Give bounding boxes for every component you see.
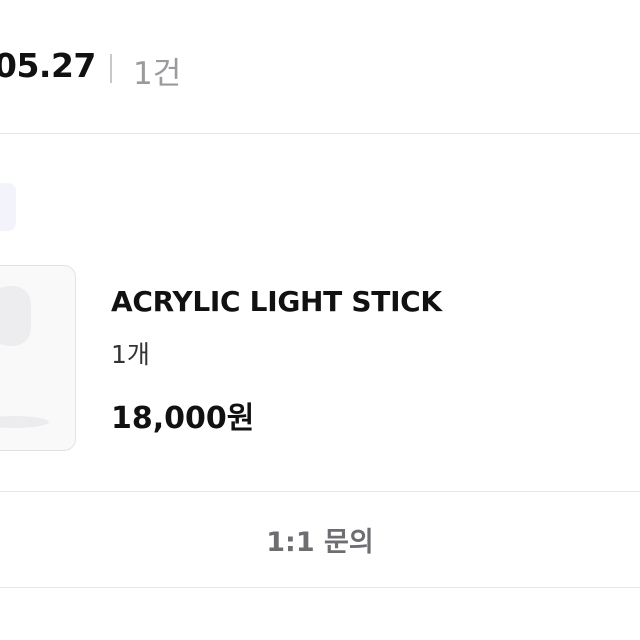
order-card: 05.27 1건 ACRYLIC LIGHT STICK 1개 18,000원 … xyxy=(0,0,640,640)
product-thumbnail[interactable] xyxy=(0,265,76,451)
order-date: 05.27 xyxy=(0,46,96,85)
order-item-count: 1건 xyxy=(133,56,182,92)
header-separator xyxy=(110,54,112,83)
inquiry-button-label: 1:1 문의 xyxy=(266,527,374,558)
product-quantity: 1개 xyxy=(111,340,150,369)
product-price: 18,000원 xyxy=(111,401,255,436)
bottom-divider xyxy=(0,587,640,588)
order-status-chip xyxy=(0,183,16,231)
product-image-shadow xyxy=(0,416,49,428)
product-name[interactable]: ACRYLIC LIGHT STICK xyxy=(111,285,442,318)
order-header: 05.27 1건 xyxy=(0,0,640,134)
product-image-icon xyxy=(0,286,31,346)
inquiry-button[interactable]: 1:1 문의 xyxy=(0,492,640,587)
